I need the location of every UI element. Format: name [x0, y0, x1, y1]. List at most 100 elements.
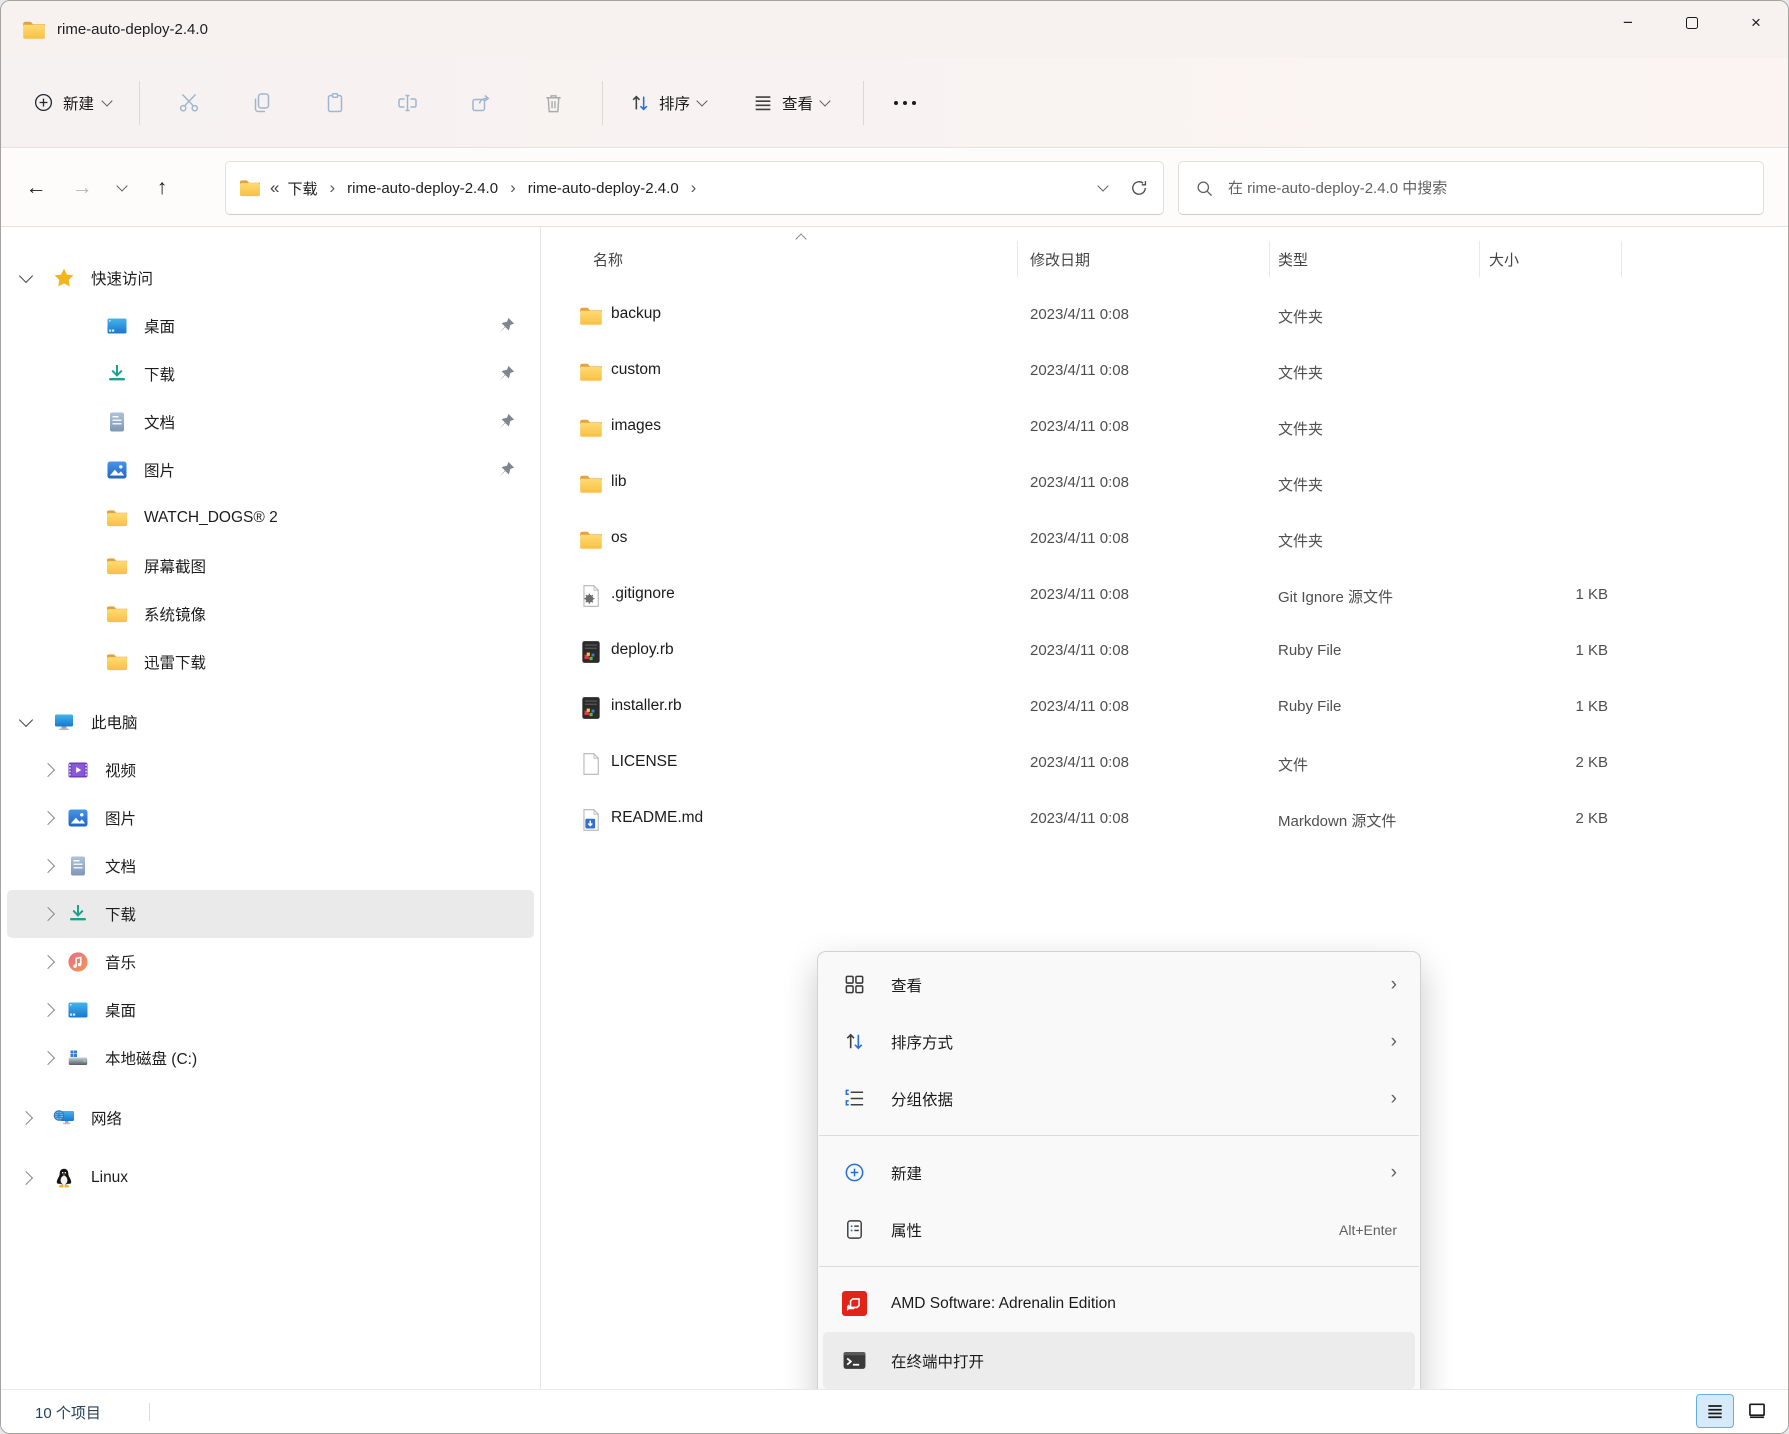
- breadcrumb-item[interactable]: rime-auto-deploy-2.4.0: [520, 174, 687, 203]
- menu-item-sort-by[interactable]: 排序方式 ›: [823, 1013, 1415, 1070]
- sidebar-item-documents[interactable]: 文档: [7, 398, 534, 446]
- breadcrumb-item[interactable]: 下载: [279, 172, 325, 205]
- file-row-lib[interactable]: lib 2023/4/11 0:08 文件夹: [547, 456, 1778, 512]
- column-header-name[interactable]: 名称: [593, 249, 623, 270]
- chevron-right-icon[interactable]: [41, 907, 55, 921]
- copy-button[interactable]: [225, 77, 298, 129]
- chevron-right-icon[interactable]: [41, 1003, 55, 1017]
- sidebar-item-label: 桌面: [144, 315, 175, 337]
- new-button[interactable]: 新建: [17, 82, 127, 124]
- file-row-gitignore[interactable]: .gitignore 2023/4/11 0:08 Git Ignore 源文件…: [547, 568, 1778, 624]
- chevron-right-icon[interactable]: ›: [325, 178, 339, 198]
- search-input[interactable]: [1226, 179, 1763, 198]
- refresh-button[interactable]: [1121, 167, 1157, 209]
- sort-arrows-icon: [841, 1028, 868, 1055]
- menu-item-open-in-terminal[interactable]: 在终端中打开: [823, 1332, 1415, 1389]
- rename-button[interactable]: [371, 77, 444, 129]
- chevron-right-icon[interactable]: [41, 859, 55, 873]
- sidebar-item-watch-dogs[interactable]: WATCH_DOGS® 2: [7, 494, 534, 542]
- sort-button[interactable]: 排序: [615, 82, 720, 124]
- column-divider[interactable]: [1269, 241, 1270, 277]
- sidebar-item-documents-pc[interactable]: 文档: [7, 842, 534, 890]
- sidebar-item-screenshots[interactable]: 屏幕截图: [7, 542, 534, 590]
- menu-item-label: 查看: [891, 974, 922, 996]
- sidebar-item-pictures[interactable]: 图片: [7, 446, 534, 494]
- sidebar-item-label: 下载: [144, 363, 175, 385]
- file-row-installer-rb[interactable]: installer.rb 2023/4/11 0:08 Ruby File 1 …: [547, 680, 1778, 736]
- search-box[interactable]: [1178, 161, 1764, 215]
- back-button[interactable]: ←: [15, 167, 57, 209]
- menu-item-group-by[interactable]: 分组依据 ›: [823, 1070, 1415, 1127]
- address-dropdown-button[interactable]: [1085, 167, 1121, 209]
- share-button[interactable]: [444, 77, 517, 129]
- thumbnail-view-toggle[interactable]: [1738, 1394, 1776, 1428]
- sidebar-item-downloads[interactable]: 下载: [7, 350, 534, 398]
- delete-button[interactable]: [517, 77, 590, 129]
- details-view-toggle[interactable]: [1696, 1394, 1734, 1428]
- sidebar-item-thunder-downloads[interactable]: 迅雷下载: [7, 638, 534, 686]
- breadcrumb-collapsed-icon[interactable]: «: [270, 178, 279, 198]
- cut-button[interactable]: [152, 77, 225, 129]
- file-row-deploy-rb[interactable]: deploy.rb 2023/4/11 0:08 Ruby File 1 KB: [547, 624, 1778, 680]
- properties-icon: [841, 1216, 868, 1243]
- sidebar-item-downloads-pc[interactable]: 下载: [7, 890, 534, 938]
- sidebar-group-linux[interactable]: Linux: [7, 1154, 534, 1202]
- sidebar-item-pictures-pc[interactable]: 图片: [7, 794, 534, 842]
- column-header-type[interactable]: 类型: [1278, 249, 1308, 270]
- chevron-right-icon[interactable]: ›: [687, 178, 701, 198]
- chevron-right-icon[interactable]: [41, 955, 55, 969]
- maximize-button[interactable]: [1660, 1, 1724, 45]
- chevron-down-icon[interactable]: [19, 712, 33, 726]
- menu-item-amd-software[interactable]: AMD Software: Adrenalin Edition: [823, 1275, 1415, 1332]
- breadcrumb-bar[interactable]: « 下载 › rime-auto-deploy-2.4.0 › rime-aut…: [225, 161, 1164, 215]
- chevron-down-icon[interactable]: [19, 268, 33, 282]
- file-date: 2023/4/11 0:08: [1030, 418, 1129, 435]
- search-icon: [1195, 179, 1214, 198]
- breadcrumb-item[interactable]: rime-auto-deploy-2.4.0: [339, 174, 506, 203]
- forward-button[interactable]: →: [61, 167, 103, 209]
- column-divider[interactable]: [1621, 241, 1622, 277]
- sidebar-item-videos[interactable]: 视频: [7, 746, 534, 794]
- file-row-readme-md[interactable]: README.md 2023/4/11 0:08 Markdown 源文件 2 …: [547, 792, 1778, 848]
- chevron-right-icon[interactable]: [19, 1111, 33, 1125]
- menu-item-properties[interactable]: 属性 Alt+Enter: [823, 1201, 1415, 1258]
- minimize-button[interactable]: −: [1596, 1, 1660, 45]
- document-icon: [65, 853, 91, 879]
- file-row-custom[interactable]: custom 2023/4/11 0:08 文件夹: [547, 344, 1778, 400]
- file-row-images[interactable]: images 2023/4/11 0:08 文件夹: [547, 400, 1778, 456]
- chevron-right-icon[interactable]: [19, 1171, 33, 1185]
- chevron-right-icon[interactable]: [41, 811, 55, 825]
- sidebar-group-quick-access[interactable]: 快速访问: [7, 254, 534, 302]
- file-date: 2023/4/11 0:08: [1030, 362, 1129, 379]
- sidebar-item-local-disk-c[interactable]: 本地磁盘 (C:): [7, 1034, 534, 1082]
- sidebar-item-desktop-pc[interactable]: 桌面: [7, 986, 534, 1034]
- up-button[interactable]: ↑: [141, 167, 183, 209]
- more-options-button[interactable]: [876, 101, 934, 105]
- paste-button[interactable]: [298, 77, 371, 129]
- menu-item-new[interactable]: 新建 ›: [823, 1144, 1415, 1201]
- file-name: lib: [611, 473, 627, 491]
- column-divider[interactable]: [1017, 241, 1018, 277]
- sidebar-group-network[interactable]: 网络: [7, 1094, 534, 1142]
- chevron-right-icon[interactable]: [41, 1051, 55, 1065]
- details-view-icon: [1705, 1401, 1725, 1421]
- file-type: 文件: [1278, 754, 1308, 775]
- column-divider[interactable]: [1479, 241, 1480, 277]
- menu-item-view[interactable]: 查看 ›: [823, 956, 1415, 1013]
- file-row-os[interactable]: os 2023/4/11 0:08 文件夹: [547, 512, 1778, 568]
- recent-locations-button[interactable]: [107, 167, 137, 209]
- view-button[interactable]: 查看: [738, 82, 843, 124]
- sidebar-item-desktop[interactable]: 桌面: [7, 302, 534, 350]
- file-row-backup[interactable]: backup 2023/4/11 0:08 文件夹: [547, 288, 1778, 344]
- file-size: 1 KB: [1488, 586, 1608, 603]
- sidebar-group-this-pc[interactable]: 此电脑: [7, 698, 534, 746]
- close-button[interactable]: ×: [1724, 1, 1788, 45]
- sidebar-item-system-images[interactable]: 系统镜像: [7, 590, 534, 638]
- file-row-license[interactable]: LICENSE 2023/4/11 0:08 文件 2 KB: [547, 736, 1778, 792]
- chevron-right-icon[interactable]: [41, 763, 55, 777]
- chevron-right-icon[interactable]: ›: [506, 178, 520, 198]
- column-header-date[interactable]: 修改日期: [1030, 249, 1090, 270]
- sidebar-item-music[interactable]: 音乐: [7, 938, 534, 986]
- file-date: 2023/4/11 0:08: [1030, 810, 1129, 827]
- column-header-size[interactable]: 大小: [1489, 249, 1519, 270]
